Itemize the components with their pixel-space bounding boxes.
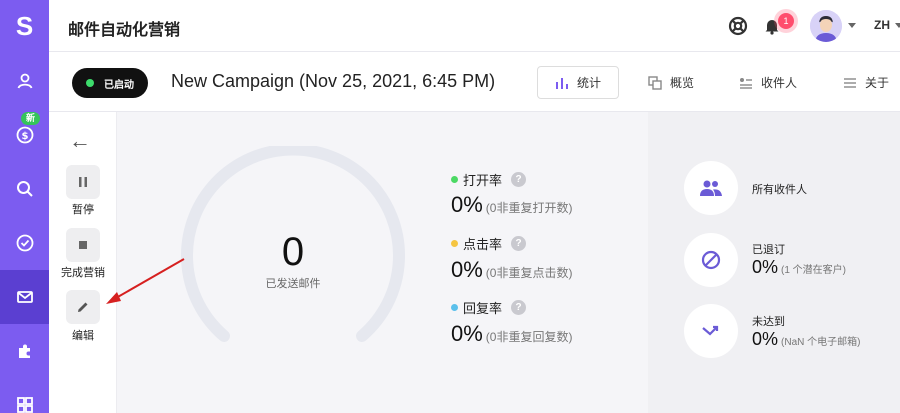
back-arrow-icon[interactable]: ← — [69, 128, 91, 154]
reply-rate-label: 回复率 — [463, 301, 503, 316]
tab-recipients[interactable]: 收件人 — [739, 66, 797, 99]
help-icon[interactable]: ? — [511, 236, 527, 251]
language-switcher[interactable]: ZH — [874, 18, 890, 32]
tab-about-label: 关于 — [865, 76, 890, 90]
click-rate-label-row: 点击率 ? — [451, 234, 527, 253]
stats-panel: 0 已发送邮件 打开率 ? 0% (0非重复打开数) 点击率 ? 0% (0非重… — [117, 112, 648, 413]
open-rate-label-row: 打开率 ? — [451, 170, 527, 189]
finish-label: 完成营销 — [61, 267, 105, 279]
bounced-value-row: 0% (NaN 个电子邮箱) — [752, 329, 860, 350]
campaign-actions: ← 暂停 完成营销 编辑 — [49, 112, 117, 413]
integrations-nav[interactable] — [0, 324, 49, 378]
help-icon[interactable]: ? — [511, 300, 527, 315]
search-icon — [16, 181, 33, 197]
unsubscribed-detail: (1 个潜在客户) — [781, 265, 847, 276]
open-rate-label: 打开率 — [463, 173, 503, 188]
people-icon — [700, 180, 722, 196]
bar-chart-icon — [556, 77, 568, 89]
reply-rate-detail: (0非重复回复数) — [485, 330, 573, 344]
all-recipients-button[interactable] — [684, 161, 738, 215]
campaigns-nav[interactable] — [0, 270, 49, 324]
language-dropdown-caret[interactable] — [895, 23, 900, 28]
page-title: 邮件自动化营销 — [68, 22, 181, 39]
sent-count: 0 — [281, 230, 305, 274]
user-icon — [17, 73, 32, 89]
bounce-arrow-icon — [702, 325, 719, 336]
notification-badge: 1 — [778, 13, 794, 29]
bounced-button[interactable] — [684, 304, 738, 358]
finish-button[interactable] — [66, 228, 100, 262]
recipients-list-icon — [740, 77, 752, 89]
all-recipients-label: 所有收件人 — [752, 184, 807, 196]
mail-icon — [16, 291, 33, 303]
pencil-icon — [78, 302, 88, 312]
bounced-value: 0% — [752, 329, 779, 349]
lifebuoy-icon — [728, 16, 748, 36]
pause-label: 暂停 — [72, 204, 94, 216]
status-dot — [86, 79, 94, 87]
sent-label: 已发送邮件 — [265, 278, 321, 290]
avatar[interactable] — [810, 10, 842, 42]
grid-icon — [16, 397, 33, 413]
click-rate-detail: (0非重复点击数) — [485, 266, 573, 280]
unsubscribed-label: 已退订 — [752, 244, 785, 256]
campaign-title: New Campaign (Nov 25, 2021, 6:45 PM) — [171, 71, 496, 91]
open-rate-value: 0% — [451, 192, 483, 217]
reply-rate-dot — [451, 304, 458, 311]
tasks-nav[interactable] — [0, 216, 49, 270]
open-rate-dot — [451, 176, 458, 183]
list-icon — [844, 77, 856, 88]
top-header: 邮件自动化营销 1 ZH — [49, 0, 900, 52]
tab-overview-label: 概览 — [670, 76, 695, 90]
click-rate-dot — [451, 240, 458, 247]
blocked-icon — [701, 250, 721, 270]
reply-rate-value: 0% — [451, 321, 483, 346]
puzzle-icon — [18, 344, 30, 358]
avatar-dropdown-caret[interactable] — [848, 23, 856, 28]
search-nav[interactable] — [0, 162, 49, 216]
tab-recipients-label: 收件人 — [761, 76, 798, 90]
dollar-icon: $ — [16, 126, 33, 144]
unsubscribed-value-row: 0% (1 个潜在客户) — [752, 257, 846, 278]
reply-rate-label-row: 回复率 ? — [451, 298, 527, 317]
svg-text:$: $ — [21, 131, 28, 142]
edit-button[interactable] — [66, 290, 100, 324]
contacts-nav[interactable] — [0, 54, 49, 108]
help-icon[interactable]: ? — [511, 172, 527, 187]
open-rate-detail: (0非重复打开数) — [485, 201, 573, 215]
recipients-panel: 所有收件人 已退订 0% (1 个潜在客户) 未达到 0% (NaN 个电子邮箱… — [648, 112, 900, 413]
status-label: 已启动 — [104, 79, 134, 91]
campaign-bar: 已启动 New Campaign (Nov 25, 2021, 6:45 PM)… — [49, 52, 900, 112]
bounced-label: 未达到 — [752, 316, 785, 328]
click-rate-value-row: 0% (0非重复点击数) — [451, 257, 572, 283]
app-logo[interactable]: S — [0, 0, 49, 52]
edit-label: 编辑 — [72, 330, 94, 342]
apps-nav[interactable] — [0, 378, 49, 413]
open-rate-value-row: 0% (0非重复打开数) — [451, 192, 572, 218]
tab-about[interactable]: 关于 — [843, 66, 889, 99]
new-badge: 新 — [21, 112, 41, 125]
campaign-status-toggle[interactable]: 已启动 — [72, 68, 148, 98]
tab-overview[interactable]: 概览 — [648, 66, 694, 99]
pause-button[interactable] — [66, 165, 100, 199]
bounced-detail: (NaN 个电子邮箱) — [781, 337, 861, 348]
app-root: S $ 新 邮件自动化营销 1 ZH 已启动 New Campaign (Nov… — [0, 0, 900, 413]
unsubscribed-value: 0% — [752, 257, 779, 277]
reply-rate-value-row: 0% (0非重复回复数) — [451, 321, 572, 347]
avatar-image — [810, 10, 842, 42]
left-rail: S $ 新 — [0, 0, 49, 413]
click-rate-label: 点击率 — [463, 237, 503, 252]
support-button[interactable] — [726, 14, 750, 38]
pause-icon — [79, 177, 87, 187]
overview-icon — [648, 75, 662, 90]
unsubscribed-button[interactable] — [684, 233, 738, 287]
stop-icon — [79, 241, 87, 249]
check-circle-icon — [16, 234, 33, 252]
tab-stats-label: 统计 — [577, 76, 602, 90]
tab-stats[interactable]: 统计 — [537, 66, 620, 99]
click-rate-value: 0% — [451, 257, 483, 282]
